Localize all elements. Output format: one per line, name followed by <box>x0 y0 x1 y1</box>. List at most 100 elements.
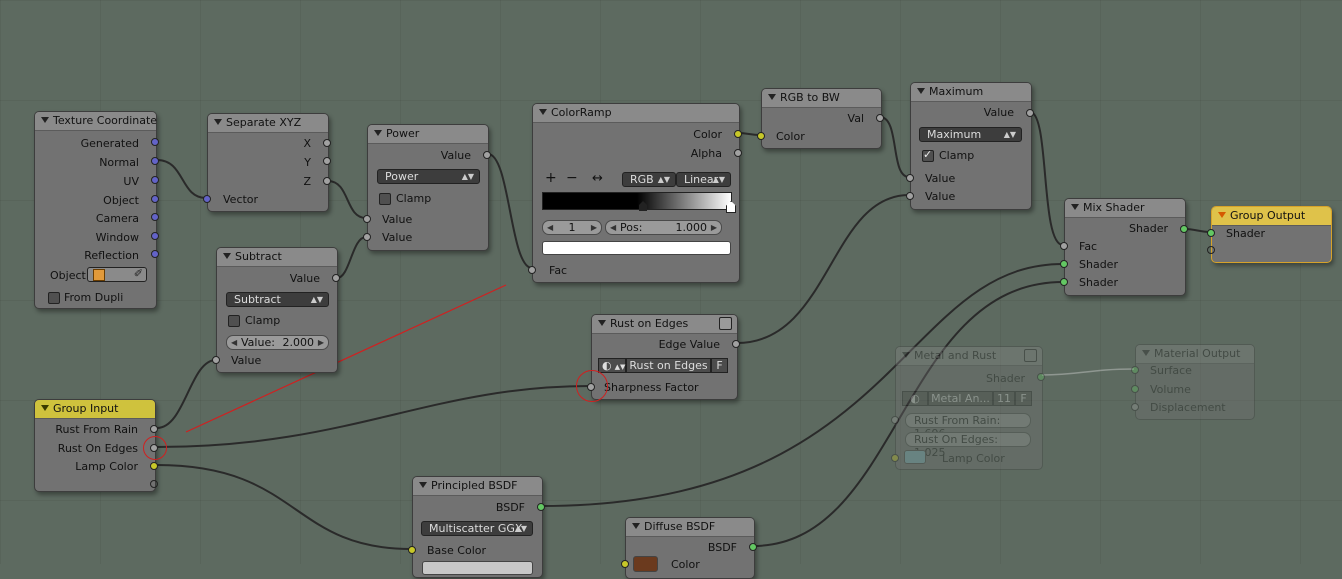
output-socket[interactable] <box>323 177 331 185</box>
node-header[interactable]: Group Input <box>35 400 155 419</box>
node-group-input[interactable]: Group Input Rust From Rain Rust On Edges… <box>34 399 158 492</box>
fake-user-button[interactable]: F <box>1015 391 1032 406</box>
collapse-triangle-icon[interactable] <box>374 130 382 136</box>
input-socket[interactable] <box>891 454 899 462</box>
clamp-checkbox[interactable] <box>379 193 391 205</box>
node-rgb-to-bw[interactable]: RGB to BW Val Color <box>757 88 884 149</box>
node-header[interactable]: Principled BSDF <box>413 477 542 496</box>
node-texture-coordinate[interactable]: Texture Coordinate Generated Normal UV O… <box>34 111 159 309</box>
node-group-output[interactable]: Group Output Shader <box>1207 206 1332 263</box>
node-tree-selector[interactable]: ◐ ▲▼ <box>598 358 626 373</box>
output-socket[interactable] <box>151 250 159 258</box>
color-mode-dropdown[interactable]: RGB ▲▼ <box>622 172 676 187</box>
fake-user-button[interactable]: F <box>711 358 728 373</box>
node-header[interactable]: Metal and Rust <box>896 347 1042 366</box>
input-socket[interactable] <box>1131 385 1139 393</box>
input-socket[interactable] <box>408 546 416 554</box>
node-tree-selector[interactable]: ◐ <box>902 391 928 406</box>
group-name-field[interactable]: Rust on Edges <box>626 358 711 373</box>
input-socket[interactable] <box>1060 242 1068 250</box>
group-name-field[interactable]: Metal An... <box>928 391 993 406</box>
lamp-color-swatch[interactable] <box>904 450 926 464</box>
collapse-triangle-icon[interactable] <box>1142 350 1150 356</box>
remove-stop-button[interactable]: − <box>566 170 578 186</box>
collapse-triangle-icon[interactable] <box>902 352 910 358</box>
decrement-arrow-icon[interactable]: ◀ <box>547 221 553 234</box>
collapse-triangle-icon[interactable] <box>41 117 49 123</box>
object-field[interactable]: ✐ <box>87 267 147 282</box>
node-header[interactable]: Material Output <box>1136 345 1254 364</box>
operation-dropdown[interactable]: Power ▲▼ <box>377 169 480 184</box>
node-header[interactable]: Texture Coordinate <box>35 112 157 131</box>
node-metal-and-rust[interactable]: Metal and Rust Shader ◐ Metal An... 11 F… <box>891 346 1045 470</box>
output-socket[interactable] <box>483 151 491 159</box>
input-socket[interactable] <box>1060 278 1068 286</box>
output-socket[interactable] <box>1180 225 1188 233</box>
node-rust-on-edges[interactable]: Rust on Edges Edge Value ◐ ▲▼ Rust on Edg… <box>587 314 740 400</box>
input-socket[interactable] <box>363 233 371 241</box>
output-socket[interactable] <box>1026 109 1034 117</box>
value-field[interactable]: ◀ Value: 2.000 ▶ <box>226 335 329 350</box>
user-count[interactable]: 11 <box>993 391 1015 406</box>
color-ramp-gradient[interactable] <box>542 192 736 213</box>
node-header[interactable]: Group Output <box>1212 207 1331 226</box>
input-socket[interactable] <box>621 560 629 568</box>
clamp-checkbox[interactable] <box>922 148 934 162</box>
node-maximum[interactable]: Maximum Value Maximum ▲▼ Clamp Value Valu… <box>906 82 1034 210</box>
output-socket[interactable] <box>150 425 158 433</box>
add-stop-button[interactable]: + <box>545 170 557 186</box>
output-socket[interactable] <box>151 232 159 240</box>
collapse-triangle-icon[interactable] <box>1071 204 1079 210</box>
node-principled-bsdf[interactable]: Principled BSDF BSDF Multiscatter GGX ▲▼ … <box>408 476 545 578</box>
decrement-arrow-icon[interactable]: ◀ <box>231 336 237 349</box>
input-socket[interactable] <box>1131 403 1139 411</box>
stop-index-field[interactable]: ◀ 1 ▶ <box>542 220 602 235</box>
clamp-checkbox[interactable] <box>228 315 240 327</box>
node-header[interactable]: Power <box>368 125 488 144</box>
collapse-triangle-icon[interactable] <box>214 119 222 125</box>
input-socket[interactable] <box>528 266 536 274</box>
empty-input-socket[interactable] <box>1207 246 1215 254</box>
node-colorramp[interactable]: ColorRamp Color Alpha + − ↔ RGB ▲▼ Linear… <box>528 103 742 283</box>
output-socket[interactable] <box>151 157 159 165</box>
collapse-triangle-icon[interactable] <box>223 253 231 259</box>
stop-color-swatch[interactable] <box>542 241 731 255</box>
distribution-dropdown[interactable]: Multiscatter GGX ▲▼ <box>421 521 533 536</box>
collapse-triangle-icon[interactable] <box>768 94 776 100</box>
flip-ramp-button[interactable]: ↔ <box>592 171 603 186</box>
node-header[interactable]: Mix Shader <box>1065 199 1185 218</box>
output-socket[interactable] <box>1037 373 1045 381</box>
collapse-triangle-icon[interactable] <box>419 482 427 488</box>
output-socket[interactable] <box>332 274 340 282</box>
decrement-arrow-icon[interactable]: ◀ <box>610 221 616 234</box>
rust-on-edges-field[interactable]: Rust On Edges: 1.025 <box>905 432 1031 459</box>
node-separate-xyz[interactable]: Separate XYZ X Y Z Vector <box>203 113 331 212</box>
node-header[interactable]: Diffuse BSDF <box>626 518 754 537</box>
position-field[interactable]: ◀ Pos: 1.000 ▶ <box>605 220 722 235</box>
collapse-triangle-icon[interactable] <box>41 405 49 411</box>
input-socket[interactable] <box>906 174 914 182</box>
input-socket[interactable] <box>1060 260 1068 268</box>
ramp-stop-marker-active[interactable] <box>726 201 736 213</box>
input-socket[interactable] <box>203 195 211 203</box>
from-dupli-checkbox[interactable] <box>48 292 60 304</box>
output-socket[interactable] <box>876 114 884 122</box>
node-header[interactable]: Rust on Edges <box>592 315 737 334</box>
node-diffuse-bsdf[interactable]: Diffuse BSDF BSDF Color <box>621 517 757 579</box>
output-socket[interactable] <box>537 503 545 511</box>
interpolation-dropdown[interactable]: Linear ▲▼ <box>676 172 731 187</box>
output-socket[interactable] <box>734 130 742 138</box>
output-socket[interactable] <box>151 138 159 146</box>
input-socket[interactable] <box>212 356 220 364</box>
node-header[interactable]: ColorRamp <box>533 104 739 123</box>
base-color-swatch[interactable] <box>422 561 533 575</box>
collapse-triangle-icon[interactable] <box>539 109 547 115</box>
input-socket[interactable] <box>1207 229 1215 237</box>
collapse-triangle-icon[interactable] <box>917 88 925 94</box>
output-socket[interactable] <box>150 462 158 470</box>
operation-dropdown[interactable]: Subtract ▲▼ <box>226 292 329 307</box>
increment-arrow-icon[interactable]: ▶ <box>591 221 597 234</box>
input-socket[interactable] <box>891 416 899 424</box>
input-socket[interactable] <box>363 215 371 223</box>
collapse-triangle-icon[interactable] <box>598 320 606 326</box>
